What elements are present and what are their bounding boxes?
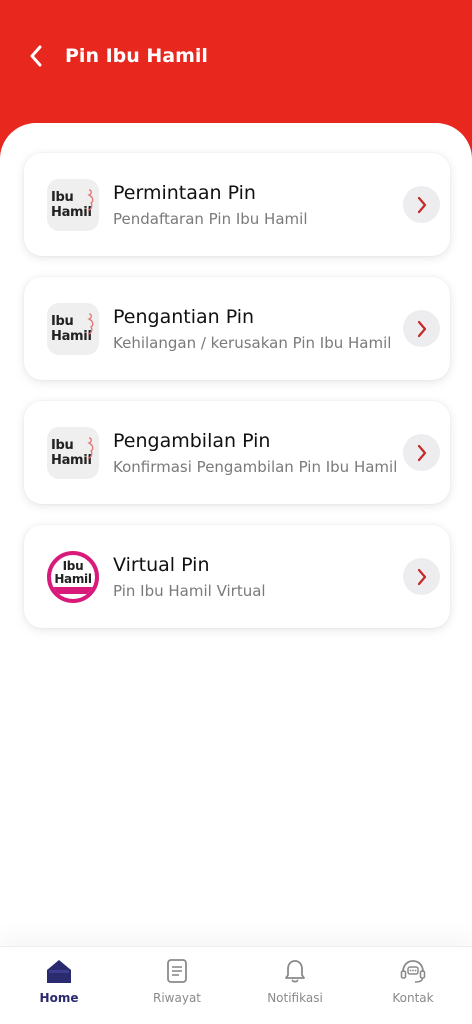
virtual-pin-logo: Ibu Hamil <box>47 551 99 603</box>
ibu-hamil-logo: Ibu Hamil <box>47 427 99 479</box>
card-virtual-pin[interactable]: Ibu Hamil Virtual Pin Pin Ibu Hamil Virt… <box>24 525 450 628</box>
logo-line-1: Ibu <box>51 190 74 205</box>
card-title: Virtual Pin <box>113 554 210 576</box>
document-icon <box>163 957 191 985</box>
ibu-hamil-logo: Ibu Hamil <box>47 179 99 231</box>
nav-notifikasi[interactable]: Notifikasi <box>236 947 354 1024</box>
mother-silhouette-icon <box>87 189 94 211</box>
card-pengantian-pin[interactable]: Ibu Hamil Pengantian Pin Kehilangan / ke… <box>24 277 450 380</box>
nav-label-home: Home <box>39 991 79 1005</box>
bell-icon <box>281 957 309 985</box>
card-subtitle: Pendaftaran Pin Ibu Hamil <box>113 210 308 228</box>
logo-line-1: Ibu <box>51 438 74 453</box>
card-chevron-button[interactable] <box>403 186 440 223</box>
card-subtitle: Konfirmasi Pengambilan Pin Ibu Hamil <box>113 458 398 476</box>
logo-band <box>51 587 95 594</box>
nav-riwayat[interactable]: Riwayat <box>118 947 236 1024</box>
card-subtitle: Pin Ibu Hamil Virtual <box>113 582 266 600</box>
mother-silhouette-icon <box>87 437 94 459</box>
chevron-right-icon <box>417 568 426 585</box>
card-permintaan-pin[interactable]: Ibu Hamil Permintaan Pin Pendaftaran Pin… <box>24 153 450 256</box>
chevron-left-icon <box>30 45 42 67</box>
nav-label-riwayat: Riwayat <box>153 991 201 1005</box>
home-icon <box>45 957 73 985</box>
logo-line-1: Ibu <box>51 314 74 329</box>
nav-label-kontak: Kontak <box>392 991 434 1005</box>
nav-kontak[interactable]: Kontak <box>354 947 472 1024</box>
chevron-right-icon <box>417 320 426 337</box>
chevron-right-icon <box>417 444 426 461</box>
mother-silhouette-icon <box>87 313 94 335</box>
content-sheet: Ibu Hamil Permintaan Pin Pendaftaran Pin… <box>0 123 472 953</box>
card-title: Pengantian Pin <box>113 306 255 328</box>
logo-line-2: Hamil <box>54 572 92 586</box>
bottom-nav: Home Riwayat Notifikasi Kontak <box>0 946 472 1024</box>
card-pengambilan-pin[interactable]: Ibu Hamil Pengambilan Pin Konfirmasi Pen… <box>24 401 450 504</box>
nav-home[interactable]: Home <box>0 947 118 1024</box>
card-subtitle: Kehilangan / kerusakan Pin Ibu Hamil <box>113 334 392 352</box>
card-title: Permintaan Pin <box>113 182 256 204</box>
card-title: Pengambilan Pin <box>113 430 271 452</box>
headset-chat-icon <box>399 957 427 985</box>
screen: Pin Ibu Hamil Ibu Hamil Permintaan Pin P… <box>0 0 472 1024</box>
card-chevron-button[interactable] <box>403 434 440 471</box>
card-chevron-button[interactable] <box>403 558 440 595</box>
chevron-right-icon <box>417 196 426 213</box>
card-chevron-button[interactable] <box>403 310 440 347</box>
nav-label-notifikasi: Notifikasi <box>267 991 323 1005</box>
page-title: Pin Ibu Hamil <box>65 45 208 67</box>
back-button[interactable] <box>22 40 50 72</box>
ibu-hamil-logo: Ibu Hamil <box>47 303 99 355</box>
